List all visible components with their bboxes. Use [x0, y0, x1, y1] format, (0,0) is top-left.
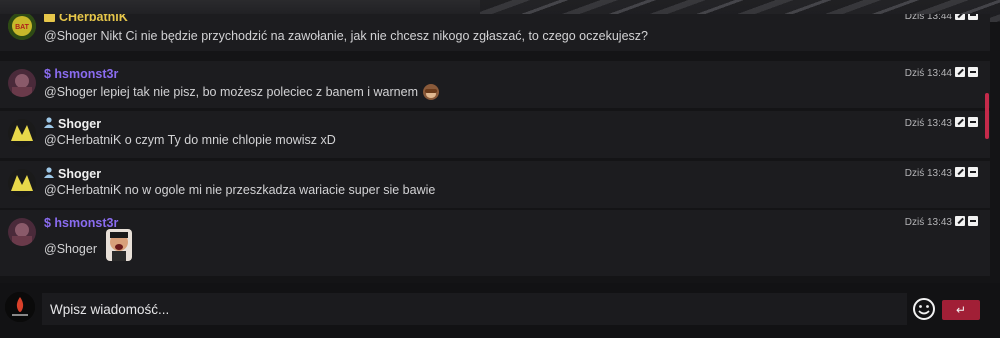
message-text: @CHerbatniK o czym Ty do mnie chlopie mo…	[44, 133, 336, 147]
laughing-face-sticker	[106, 229, 132, 261]
message-author[interactable]: $ hsmonst3r	[44, 216, 118, 230]
delete-icon[interactable]	[968, 167, 978, 177]
avatar[interactable]	[8, 169, 36, 197]
delete-icon[interactable]	[968, 117, 978, 127]
avatar[interactable]	[8, 69, 36, 97]
user-icon	[44, 167, 54, 181]
message-author[interactable]: Shoger	[44, 117, 101, 131]
edit-icon[interactable]	[955, 67, 965, 77]
message-time: Dziś 13:43	[904, 217, 952, 228]
delete-icon[interactable]	[968, 216, 978, 226]
avatar[interactable]	[8, 218, 36, 246]
message-time: Dziś 13:43	[904, 118, 952, 129]
user-icon	[44, 117, 54, 131]
send-button[interactable]: ↵	[942, 300, 980, 320]
chat-message: $ hsmonst3r @Shoger lepiej tak nie pisz,…	[0, 61, 990, 108]
chat-message: Shoger @CHerbatniK no w ogole mi nie prz…	[0, 161, 990, 208]
edit-icon[interactable]	[955, 117, 965, 127]
see-no-evil-monkey-icon	[422, 83, 440, 101]
smiley-icon[interactable]	[913, 298, 935, 320]
edit-icon[interactable]	[955, 14, 965, 20]
avatar[interactable]	[8, 119, 36, 147]
message-input[interactable]	[42, 293, 907, 325]
message-author[interactable]: $ hsmonst3r	[44, 67, 118, 81]
message-author[interactable]: CHerbatniK	[44, 14, 128, 24]
badge-icon	[44, 14, 55, 22]
message-text: @CHerbatniK no w ogole mi nie przeszkadz…	[44, 183, 436, 197]
message-time: Dziś 13:44	[904, 68, 952, 79]
message-author[interactable]: Shoger	[44, 167, 101, 181]
svg-text:BAT: BAT	[15, 24, 30, 31]
chat-message: Shoger @CHerbatniK o czym Ty do mnie chl…	[0, 111, 990, 158]
chat-message: $ hsmonst3r @Shoger Dziś 13:43	[0, 210, 990, 276]
edit-icon[interactable]	[955, 167, 965, 177]
avatar[interactable]: BAT	[8, 14, 36, 40]
message-time: Dziś 13:43	[904, 168, 952, 179]
message-time: Dziś 13:44	[904, 14, 952, 22]
message-text: @Shoger Nikt Ci nie będzie przychodzić n…	[44, 29, 648, 43]
edit-icon[interactable]	[955, 216, 965, 226]
scrollbar-thumb[interactable]	[985, 93, 989, 139]
message-text: @Shoger	[44, 242, 97, 256]
chat-message: BAT CHerbatniK @Shoger Nikt Ci nie będzi…	[0, 14, 990, 51]
delete-icon[interactable]	[968, 67, 978, 77]
message-composer: ↵	[0, 283, 1000, 338]
message-text: @Shoger lepiej tak nie pisz, bo możesz p…	[44, 83, 440, 101]
delete-icon[interactable]	[968, 14, 978, 20]
avatar[interactable]	[5, 292, 35, 322]
chat-messages[interactable]: BAT CHerbatniK @Shoger Nikt Ci nie będzi…	[0, 14, 1000, 282]
